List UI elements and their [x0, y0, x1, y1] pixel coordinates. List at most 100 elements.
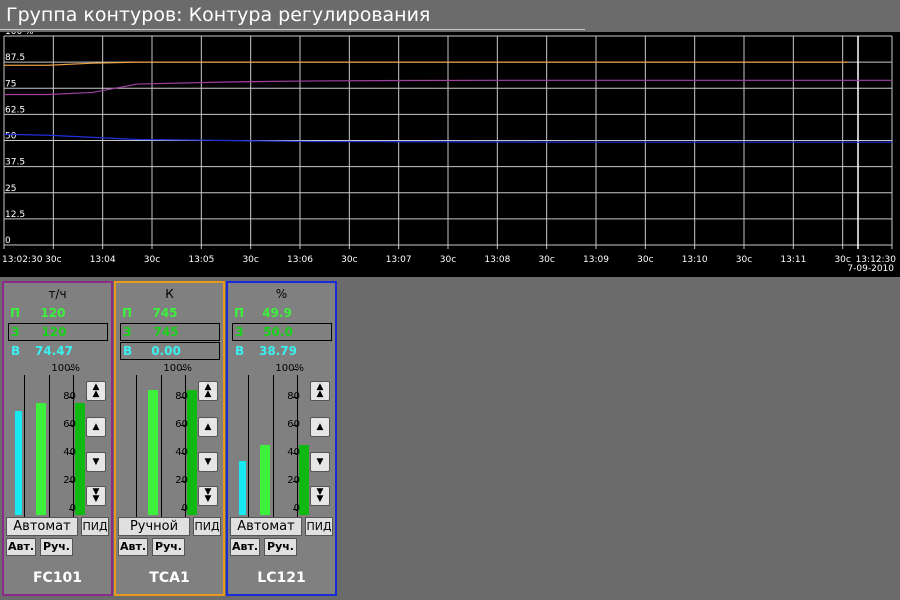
trend-date: 7-09-2010 — [847, 264, 894, 274]
out-axis — [136, 375, 137, 517]
x-tick-label: 13:06 — [287, 255, 313, 265]
y-tick-label: 62.5 — [5, 105, 25, 115]
auto-button[interactable]: Авт. — [118, 538, 148, 556]
output-row: В 74.47 — [8, 342, 108, 360]
setpoint-row[interactable]: З 50.0 — [232, 323, 332, 341]
scale-tickmark — [293, 369, 297, 370]
double-down-icon: ▼ ▼ — [316, 487, 324, 504]
window-title: Группа контуров: Контура регулирования — [6, 4, 431, 26]
process-value-row: П 120 — [8, 305, 108, 323]
scale-tickmark — [293, 509, 297, 510]
scale-tickmark — [293, 481, 297, 482]
scale-tickmark — [181, 425, 185, 426]
x-tick-label: 30c — [538, 255, 554, 265]
auto-button[interactable]: Авт. — [6, 538, 36, 556]
series-line — [4, 61, 848, 66]
sp-value[interactable]: 50.0 — [233, 325, 323, 339]
sp-value[interactable]: 120 — [9, 325, 99, 339]
process-bar — [299, 445, 309, 515]
loop-unit: % — [275, 287, 288, 301]
pv-value: 745 — [152, 306, 178, 320]
double-down-icon: ▼ ▼ — [92, 487, 100, 504]
fast-down-button[interactable]: ▼ ▼ — [310, 486, 330, 506]
loop-unit: К — [165, 287, 174, 301]
setpoint-bar — [260, 445, 270, 515]
down-icon: ▼ — [316, 456, 324, 467]
trend-chart[interactable]: 100 % 87.5 75 62.5 50 37.5 25 12.5 0 13:02:30 30c 1… — [0, 32, 900, 277]
trend-svg: 100 %87.57562.55037.52512.5013:02:30 30c 1… — [2, 32, 896, 265]
faceplate-fc101: т/ч П 120 З 120 В 74.47 100% 80 — [2, 281, 113, 596]
mode-button[interactable]: Ручной — [118, 517, 190, 536]
down-button[interactable]: ▼ — [86, 452, 106, 472]
process-bar — [187, 390, 197, 515]
x-tick-label: 13:10 — [682, 255, 708, 265]
fast-down-button[interactable]: ▼ ▼ — [198, 486, 218, 506]
scale-tick: 100% — [51, 363, 80, 374]
fast-up-button[interactable]: ▲ ▲ — [86, 381, 106, 401]
up-button[interactable]: ▲ — [198, 417, 218, 437]
sp-value[interactable]: 745 — [121, 325, 211, 339]
scale-tick: 100% — [163, 363, 192, 374]
x-tick-label: 13:08 — [484, 255, 510, 265]
y-tick-label: 50 — [5, 132, 17, 142]
out-value: 74.47 — [35, 344, 73, 358]
x-tick-label: 13:02:30 — [2, 255, 43, 265]
fast-down-button[interactable]: ▼ ▼ — [86, 486, 106, 506]
scale-tickmark — [293, 397, 297, 398]
x-tick-label: 30c — [242, 255, 258, 265]
loop-tag: LC121 — [257, 570, 306, 586]
double-up-icon: ▲ ▲ — [316, 382, 324, 399]
manual-button[interactable]: Руч. — [152, 538, 185, 556]
setpoint-row[interactable]: З 120 — [8, 323, 108, 341]
scale-tickmark — [69, 369, 73, 370]
up-button[interactable]: ▲ — [310, 417, 330, 437]
scale-tickmark — [69, 397, 73, 398]
x-tick-label: 30c — [144, 255, 160, 265]
x-tick-label: 30c — [341, 255, 357, 265]
scale-tickmark — [293, 425, 297, 426]
process-bar — [75, 403, 85, 515]
title-underline — [0, 29, 585, 30]
output-bar — [15, 410, 22, 515]
y-tick-label: 87.5 — [5, 53, 25, 63]
pid-button[interactable]: ПИД — [193, 517, 221, 536]
output-row: В 38.79 — [232, 342, 332, 360]
fast-up-button[interactable]: ▲ ▲ — [198, 381, 218, 401]
manual-button[interactable]: Руч. — [40, 538, 73, 556]
mode-button[interactable]: Автомат — [6, 517, 78, 536]
pid-button[interactable]: ПИД — [81, 517, 109, 536]
x-tick-label: 13:11 — [780, 255, 806, 265]
pid-button[interactable]: ПИД — [305, 517, 333, 536]
double-up-icon: ▲ ▲ — [92, 382, 100, 399]
out-axis — [248, 375, 249, 517]
scale-tickmark — [69, 453, 73, 454]
scale-tickmark — [69, 509, 73, 510]
process-value-row: П 745 — [120, 305, 220, 323]
y-tick-label: 12.5 — [5, 210, 25, 220]
faceplate-lc121: % П 49.9 З 50.0 В 38.79 100% 80 — [226, 281, 337, 596]
x-tick-label: 13:04 — [90, 255, 116, 265]
x-tick-label: 30c — [440, 255, 456, 265]
y-tick-label: 25 — [5, 184, 16, 194]
output-row[interactable]: В 0.00 — [120, 342, 220, 360]
x-tick-label: 13:07 — [386, 255, 412, 265]
setpoint-row[interactable]: З 745 — [120, 323, 220, 341]
x-tick-label: 30c — [736, 255, 752, 265]
up-button[interactable]: ▲ — [86, 417, 106, 437]
auto-button[interactable]: Авт. — [230, 538, 260, 556]
scale-tickmark — [181, 453, 185, 454]
loop-unit: т/ч — [48, 287, 67, 301]
scale-tickmark — [181, 397, 185, 398]
scale-tickmark — [293, 453, 297, 454]
out-value[interactable]: 0.00 — [121, 344, 211, 358]
fast-up-button[interactable]: ▲ ▲ — [310, 381, 330, 401]
down-button[interactable]: ▼ — [310, 452, 330, 472]
manual-button[interactable]: Руч. — [264, 538, 297, 556]
out-axis — [24, 375, 25, 517]
mode-button[interactable]: Автомат — [230, 517, 302, 536]
down-button[interactable]: ▼ — [198, 452, 218, 472]
output-bar — [239, 460, 246, 515]
loop-tag: FC101 — [32, 570, 83, 586]
double-down-icon: ▼ ▼ — [204, 487, 212, 504]
scale-tick: 100% — [275, 363, 304, 374]
